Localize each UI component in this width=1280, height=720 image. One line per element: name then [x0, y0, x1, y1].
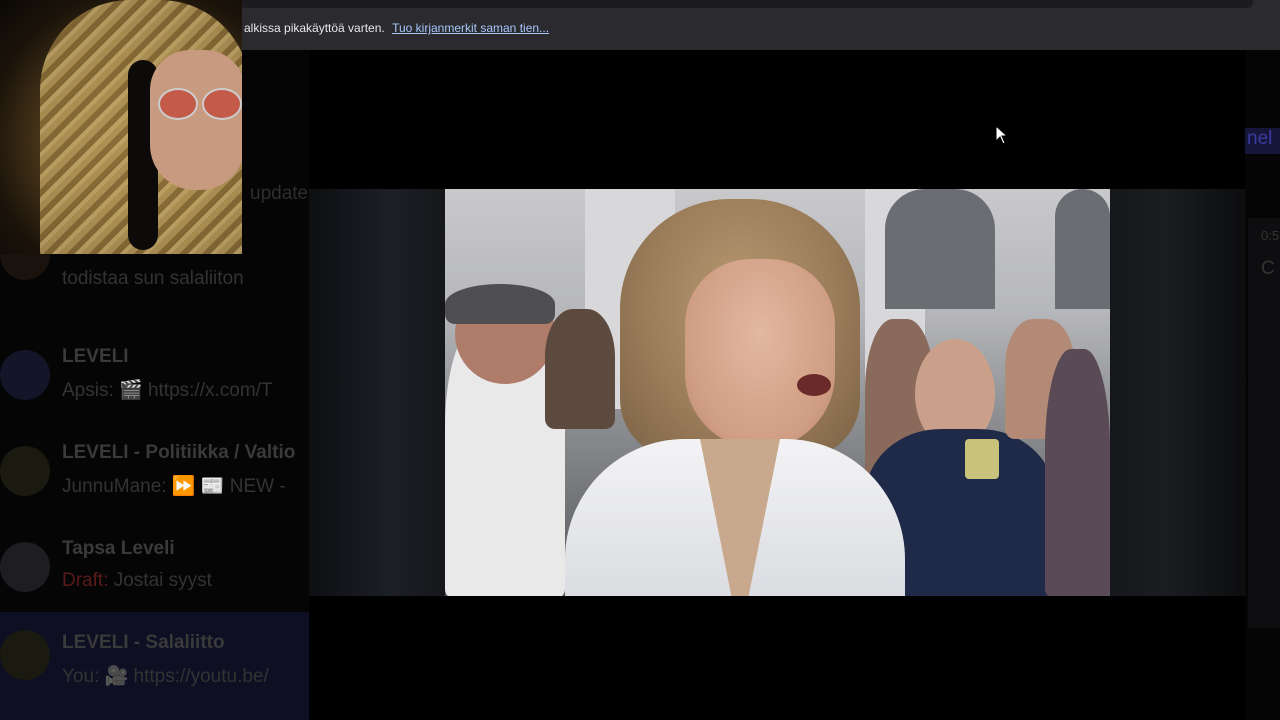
video-blur-left — [309, 189, 445, 596]
background-person — [445, 284, 555, 324]
chat-preview-text: Apsis: 🎬 https://x.com/T — [62, 380, 273, 401]
chat-preview: Draft: Jostai syyst — [62, 570, 212, 592]
bookmark-bar-text: alkissa pikakäyttöä varten. — [244, 21, 385, 35]
chat-preview: todistaa sun salaliiton — [62, 268, 244, 290]
chat-item[interactable]: Tapsa Leveli Draft: Jostai syyst — [0, 528, 309, 624]
chat-preview: You: 🎥 https://youtu.be/ — [62, 664, 269, 688]
chat-preview-text: JunnuMane: ⏩ 📰 NEW - — [62, 476, 286, 497]
chat-item[interactable]: LEVELI Apsis: 🎬 https://x.com/T — [0, 336, 309, 432]
sunglasses — [158, 88, 242, 120]
address-bar[interactable] — [240, 0, 1253, 8]
video-player[interactable] — [309, 189, 1246, 596]
chat-name: LEVELI — [62, 346, 129, 367]
chat-preview-text: todistaa sun salaliiton — [62, 268, 244, 289]
video-frame-image — [445, 189, 1110, 596]
chat-preview: Apsis: 🎬 https://x.com/T — [62, 378, 273, 402]
right-panel-header[interactable]: nel — [1245, 128, 1280, 154]
right-panel-letter: C — [1261, 258, 1275, 279]
video-blur-right — [1110, 189, 1246, 596]
draft-label: Draft: — [62, 570, 114, 591]
chat-name: LEVELI - Salaliitto — [62, 632, 225, 653]
you-label: You: — [62, 666, 105, 687]
chat-name: Tapsa Leveli — [62, 538, 175, 559]
partial-update-text: update — [250, 183, 309, 204]
chat-item-active[interactable]: LEVELI - Salaliitto You: 🎥 https://youtu… — [0, 612, 309, 720]
chat-name: LEVELI - Politiikka / Valtio — [62, 442, 296, 463]
woman-face — [685, 259, 835, 449]
chat-item[interactable]: JunnuMane todistaa sun salaliiton — [0, 230, 309, 336]
right-panel-time: 0:5 — [1261, 228, 1280, 243]
chat-preview: JunnuMane: ⏩ 📰 NEW - — [62, 474, 286, 498]
background-arch — [885, 189, 995, 309]
webcam-overlay — [0, 0, 242, 254]
woman-mouth — [797, 374, 831, 396]
right-panel-header-text: nel — [1247, 128, 1273, 149]
import-bookmarks-link[interactable]: Tuo kirjanmerkit saman tien... — [392, 21, 549, 35]
background-arch — [1055, 189, 1110, 309]
background-person — [545, 309, 615, 429]
right-panel: nel 0:5 C — [1245, 50, 1280, 720]
avatar — [0, 630, 50, 680]
background-person — [1045, 349, 1110, 596]
streamer-face — [150, 50, 242, 190]
avatar — [0, 446, 50, 496]
chat-item[interactable]: LEVELI - Politiikka / Valtio JunnuMane: … — [0, 432, 309, 528]
phone — [965, 439, 999, 479]
avatar — [0, 542, 50, 592]
chat-preview-text: 🎥 https://youtu.be/ — [104, 666, 269, 687]
bookmark-bar-message: alkissa pikakäyttöä varten. Tuo kirjanme… — [244, 21, 549, 35]
chat-preview-text: Jostai syyst — [113, 570, 212, 591]
avatar — [0, 350, 50, 400]
